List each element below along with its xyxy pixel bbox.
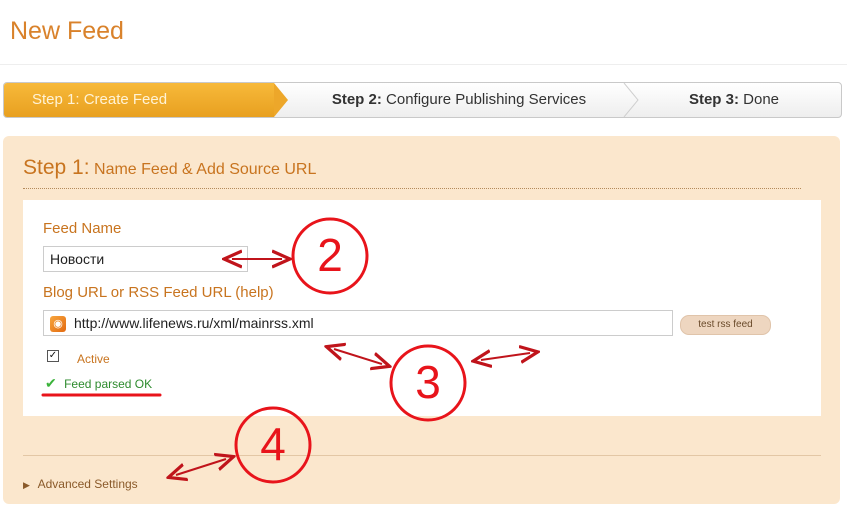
arrow-to-advanced — [176, 459, 226, 475]
marker-number-4: 4 — [260, 418, 286, 470]
marker-number-2: 2 — [317, 229, 343, 281]
annotation-overlay — [41, 217, 847, 484]
marker-number-3: 3 — [415, 356, 441, 408]
arrow-to-url-left — [334, 349, 382, 364]
arrow-to-url-right — [481, 353, 530, 360]
